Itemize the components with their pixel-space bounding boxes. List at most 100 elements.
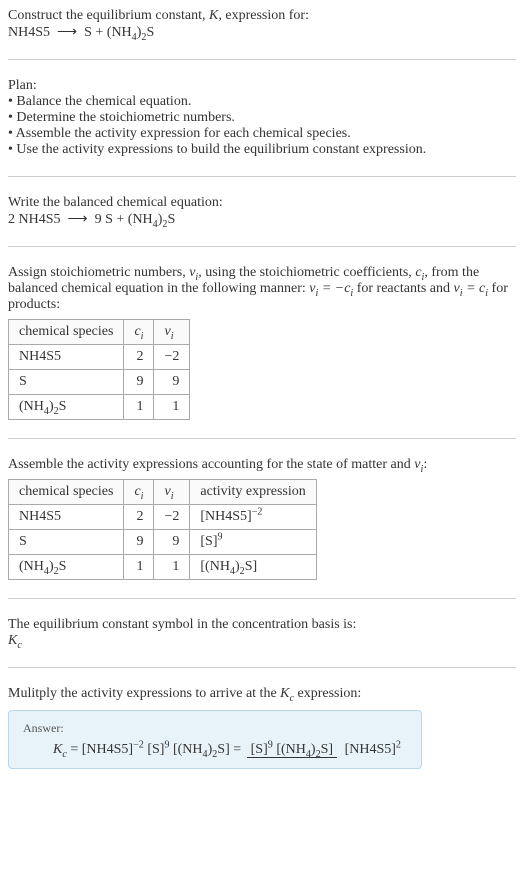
col-activity: activity expression <box>190 480 316 505</box>
table-row: NH4S5 2 −2 [NH4S5]−2 <box>9 505 317 530</box>
sub-4: 4 <box>132 32 137 43</box>
col-ci: ci <box>124 320 154 345</box>
act-base: [S] <box>200 534 217 549</box>
rel1-mid: = −c <box>318 281 350 296</box>
col-species: chemical species <box>9 480 124 505</box>
cell-ci: 1 <box>124 395 154 420</box>
plan-bullet-3: • Assemble the activity expression for e… <box>8 126 516 142</box>
fraction: [S]9 [(NH4)2S] [NH4S5]2 <box>247 742 405 758</box>
balanced-block: Write the balanced chemical equation: 2 … <box>8 195 516 228</box>
act-a: [(NH <box>200 559 230 574</box>
rel1-post: for reactants and <box>353 281 453 296</box>
eq-right-b: S <box>146 25 154 40</box>
kc-sym: K <box>280 686 289 701</box>
sub-4: 4 <box>153 219 158 230</box>
sub-i: i <box>141 491 144 502</box>
num-c: S] <box>321 742 333 757</box>
sub-i: i <box>171 331 174 342</box>
table-row: S 9 9 [S]9 <box>9 530 317 555</box>
table-row: S 9 9 <box>9 370 190 395</box>
sub-4: 4 <box>203 749 208 760</box>
act-exp: 9 <box>218 531 223 542</box>
sp-b: S <box>59 399 67 414</box>
cell-nu: 9 <box>154 530 190 555</box>
fraction-numerator: [S]9 [(NH4)2S] <box>247 742 337 758</box>
table-header-row: chemical species ci νi <box>9 320 190 345</box>
stoich-table: chemical species ci νi NH4S5 2 −2 S 9 9 … <box>8 319 190 420</box>
sub-i: i <box>171 491 174 502</box>
plan-bullet-2: • Determine the stoichiometric numbers. <box>8 110 516 126</box>
sub-c: c <box>17 640 21 651</box>
arrow-icon: ⟶ <box>57 25 77 40</box>
fraction-denominator: [NH4S5]2 <box>341 742 405 757</box>
t3a: [(NH <box>169 742 202 757</box>
t1: [NH4S5] <box>82 742 133 757</box>
sp-a: (NH <box>19 399 44 414</box>
intro-text-b: , expression for: <box>218 8 309 23</box>
cell-ci: 9 <box>124 370 154 395</box>
cell-species: S <box>9 530 124 555</box>
symbol-line: The equilibrium constant symbol in the c… <box>8 617 516 633</box>
bal-right-a: 9 S + (NH <box>95 212 153 227</box>
sub-4: 4 <box>230 566 235 577</box>
kc-symbol: K <box>8 633 17 648</box>
col-species: chemical species <box>9 320 124 345</box>
answer-formula: Kc = [NH4S5]−2 [S]9 [(NH4)2S] = [S]9 [(N… <box>53 742 407 758</box>
act-exp: −2 <box>252 506 263 517</box>
eq-sign: = <box>67 742 82 757</box>
rel2-mid: = c <box>463 281 486 296</box>
cell-ci: 2 <box>124 505 154 530</box>
cell-activity: [(NH4)2S] <box>190 555 316 580</box>
col-nu: νi <box>154 320 190 345</box>
plan-heading: Plan: <box>8 78 516 94</box>
intro-equation: NH4S5 ⟶ S + (NH4)2S <box>8 24 154 41</box>
table-row: NH4S5 2 −2 <box>9 345 190 370</box>
balanced-heading: Write the balanced chemical equation: <box>8 195 516 211</box>
den-a: [NH4S5] <box>345 742 396 757</box>
answer-label: Answer: <box>23 721 407 736</box>
bal-right-b: S <box>167 212 175 227</box>
activity-table: chemical species ci νi activity expressi… <box>8 479 317 580</box>
sub-4: 4 <box>44 566 49 577</box>
eq-right-a: S + (NH <box>84 25 132 40</box>
act-b: S] <box>245 559 257 574</box>
act-base: [NH4S5] <box>200 509 251 524</box>
den-e: 2 <box>396 739 401 750</box>
bal-left: 2 NH4S5 <box>8 212 61 227</box>
cell-nu: 1 <box>154 555 190 580</box>
num-a: [S] <box>251 742 268 757</box>
num-b: [(NH <box>273 742 306 757</box>
col-nu: νi <box>154 480 190 505</box>
arrow-icon: ⟶ <box>68 212 88 227</box>
t2: [S] <box>144 742 165 757</box>
cell-activity: [NH4S5]−2 <box>190 505 316 530</box>
sp-a: (NH <box>19 559 44 574</box>
cell-species: (NH4)2S <box>9 395 124 420</box>
cell-species: (NH4)2S <box>9 555 124 580</box>
plan-bullet-4: • Use the activity expressions to build … <box>8 142 516 158</box>
cell-species: NH4S5 <box>9 505 124 530</box>
col-ci: ci <box>124 480 154 505</box>
cell-activity: [S]9 <box>190 530 316 555</box>
cell-nu: −2 <box>154 505 190 530</box>
cell-ci: 1 <box>124 555 154 580</box>
intro-text-a: Construct the equilibrium constant, <box>8 8 209 23</box>
t1e: −2 <box>133 740 144 751</box>
table-row: (NH4)2S 1 1 [(NH4)2S] <box>9 555 317 580</box>
activity-heading-b: : <box>423 457 427 472</box>
intro-block: Construct the equilibrium constant, K, e… <box>8 8 516 41</box>
assign-text-a: Assign stoichiometric numbers, <box>8 265 189 280</box>
cell-nu: 9 <box>154 370 190 395</box>
assign-block: Assign stoichiometric numbers, νi, using… <box>8 265 516 420</box>
sub-i: i <box>141 331 144 342</box>
sub-4: 4 <box>44 406 49 417</box>
table-header-row: chemical species ci νi activity expressi… <box>9 480 317 505</box>
activity-heading-a: Assemble the activity expressions accoun… <box>8 457 414 472</box>
cell-species: S <box>9 370 124 395</box>
activity-block: Assemble the activity expressions accoun… <box>8 457 516 580</box>
symbol-block: The equilibrium constant symbol in the c… <box>8 617 516 649</box>
balanced-equation: 2 NH4S5 ⟶ 9 S + (NH4)2S <box>8 211 175 228</box>
sp-b: S <box>59 559 67 574</box>
plan-block: Plan: • Balance the chemical equation. •… <box>8 78 516 158</box>
cell-ci: 9 <box>124 530 154 555</box>
